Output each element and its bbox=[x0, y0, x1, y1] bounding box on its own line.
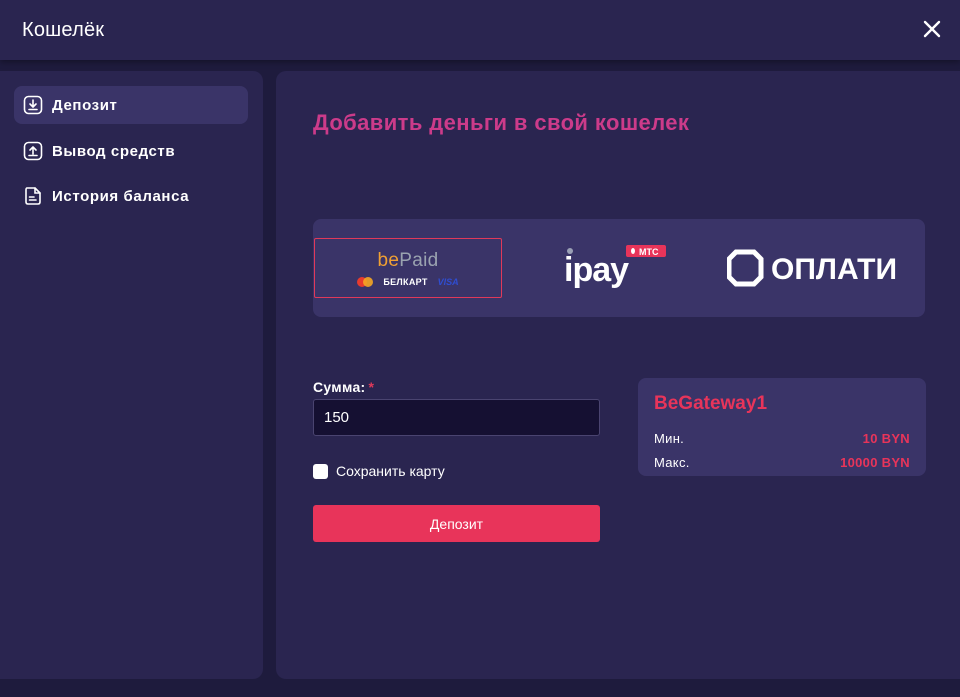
sidebar: Депозит Вывод средств История баланса bbox=[0, 71, 263, 679]
main-panel: Добавить деньги в свой кошелек bePaid БЕ… bbox=[276, 71, 960, 679]
svg-text:МТС: МТС bbox=[639, 247, 659, 257]
min-value: 10 BYN bbox=[862, 431, 910, 446]
belkart-label: БЕЛКАРТ bbox=[383, 276, 428, 287]
max-value: 10000 BYN bbox=[840, 455, 910, 470]
oplati-logo: ОПЛАТИ bbox=[727, 249, 897, 287]
mastercard-icon bbox=[357, 276, 374, 287]
page-title: Добавить деньги в свой кошелек bbox=[313, 110, 690, 135]
header-bar: Кошелёк bbox=[0, 0, 960, 60]
download-icon bbox=[23, 95, 43, 115]
provider-bepaid[interactable]: bePaid БЕЛКАРТ VISA bbox=[314, 238, 502, 298]
gateway-max-row: Макс. 10000 BYN bbox=[654, 455, 910, 470]
required-mark: * bbox=[368, 379, 375, 395]
amount-input[interactable] bbox=[313, 399, 600, 436]
sidebar-item-withdraw[interactable]: Вывод средств bbox=[14, 132, 248, 170]
max-label: Макс. bbox=[654, 455, 690, 470]
close-icon[interactable] bbox=[922, 19, 942, 39]
ipay-logo: МТС ipay bbox=[564, 245, 666, 289]
gateway-name: BeGateway1 bbox=[654, 393, 768, 414]
save-card-label: Сохранить карту bbox=[336, 463, 445, 479]
visa-label: VISA bbox=[437, 276, 459, 287]
sidebar-item-label: История баланса bbox=[52, 187, 190, 205]
provider-ipay[interactable]: МТС ipay bbox=[553, 238, 683, 298]
svg-text:ipay: ipay bbox=[564, 251, 629, 289]
min-label: Мин. bbox=[654, 431, 685, 446]
save-card-checkbox[interactable] bbox=[313, 463, 328, 479]
sidebar-item-label: Вывод средств bbox=[52, 142, 176, 160]
save-card-row: Сохранить карту bbox=[313, 463, 445, 479]
deposit-button[interactable]: Депозит bbox=[313, 505, 600, 542]
sidebar-item-label: Депозит bbox=[52, 96, 118, 114]
document-icon bbox=[23, 186, 43, 206]
svg-text:ОПЛАТИ: ОПЛАТИ bbox=[771, 253, 897, 286]
bepaid-card-brands: БЕЛКАРТ VISA bbox=[357, 276, 459, 287]
provider-oplati[interactable]: ОПЛАТИ bbox=[727, 238, 923, 298]
sidebar-item-balance-history[interactable]: История баланса bbox=[14, 177, 248, 215]
sidebar-item-deposit[interactable]: Депозит bbox=[14, 86, 248, 124]
payment-providers: bePaid БЕЛКАРТ VISA МТС ipay ОПЛАТИ bbox=[313, 219, 925, 317]
window-title: Кошелёк bbox=[22, 19, 105, 41]
gateway-info-card: BeGateway1 Мин. 10 BYN Макс. 10000 BYN bbox=[638, 378, 926, 476]
amount-label: Сумма: * bbox=[313, 379, 375, 395]
gateway-min-row: Мин. 10 BYN bbox=[654, 431, 910, 446]
bepaid-logo: bePaid bbox=[377, 249, 439, 271]
upload-icon bbox=[23, 141, 43, 161]
